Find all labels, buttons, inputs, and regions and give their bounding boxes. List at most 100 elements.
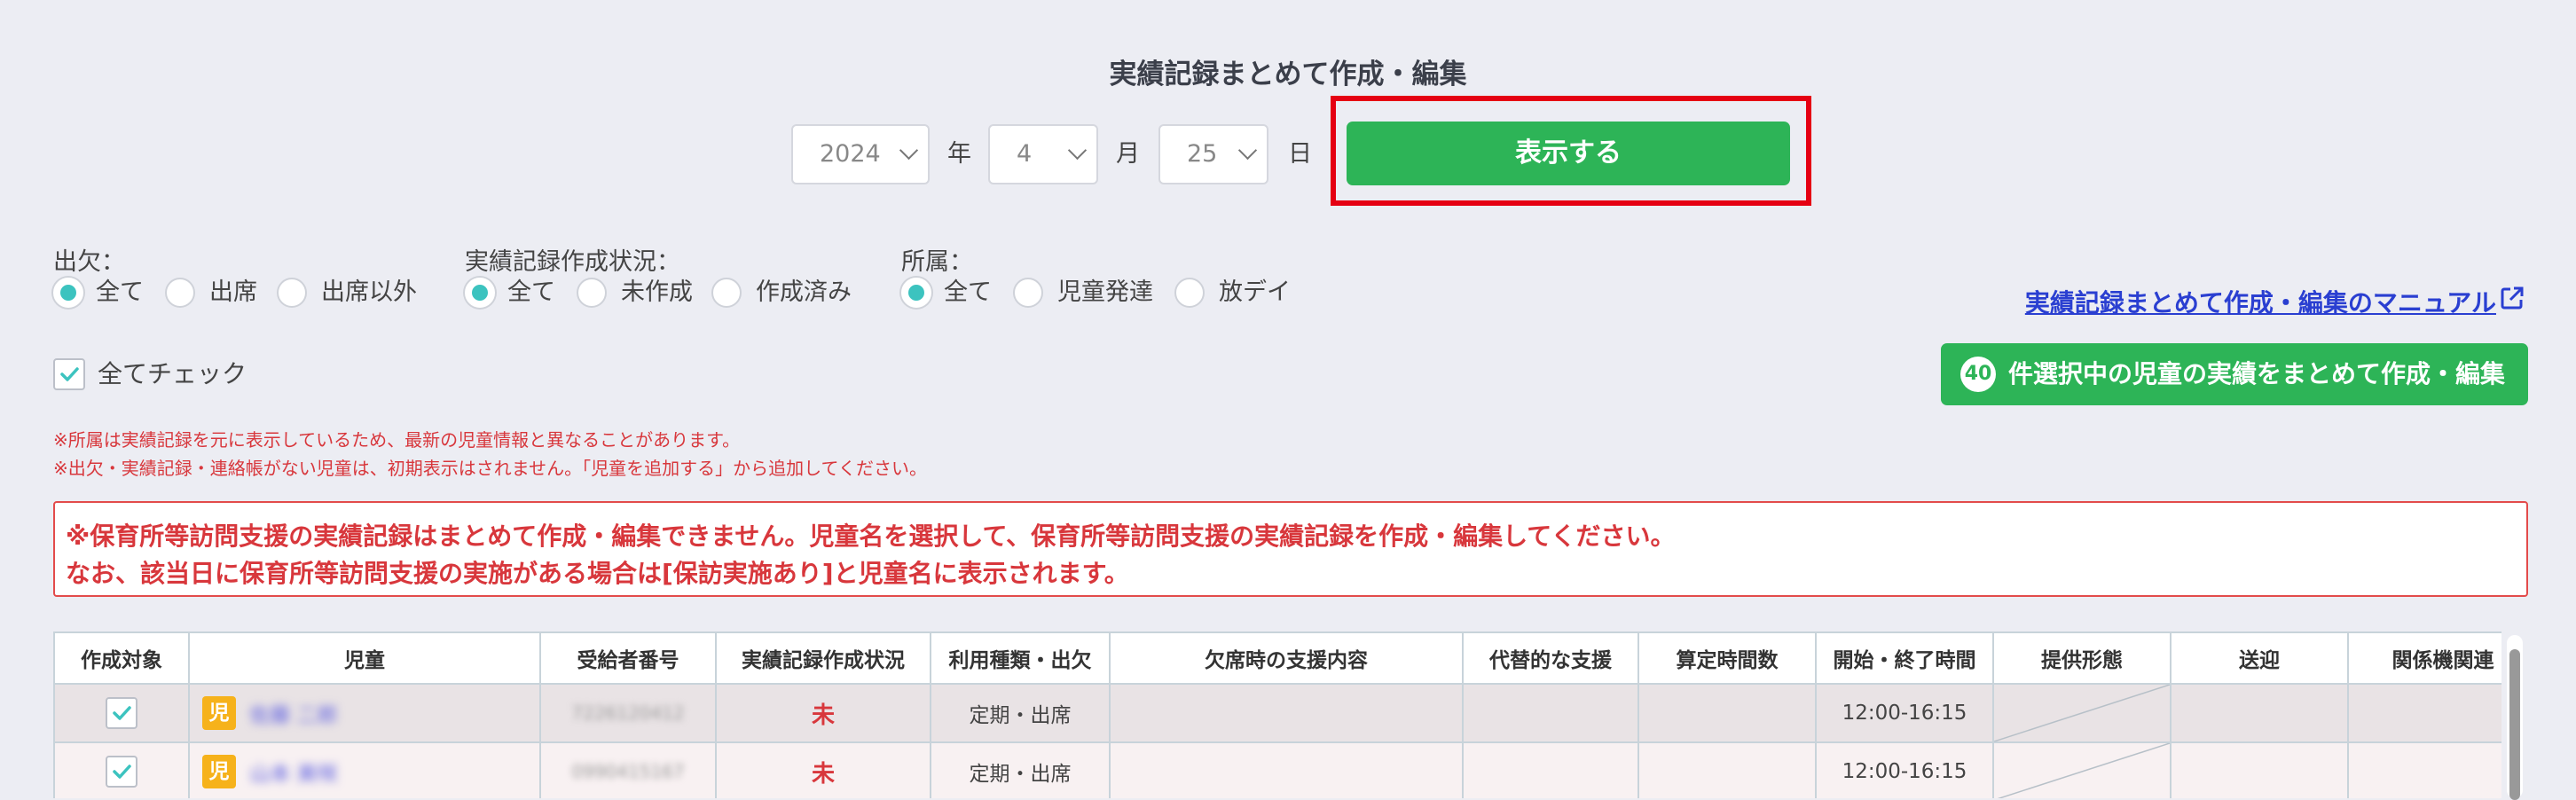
time-cell: 12:00-16:15	[1815, 741, 1994, 798]
recipient-number-cell: 7226120412	[539, 683, 717, 743]
attendance-filter-label: 出欠：	[53, 248, 125, 276]
manual-link[interactable]: 実績記録まとめて作成・編集のマニュアル	[2025, 284, 2496, 319]
radio-status-all[interactable]	[465, 278, 495, 308]
provision-form-cell	[1992, 683, 2172, 743]
alternative-support-cell[interactable]	[1462, 741, 1639, 798]
bulk-edit-button[interactable]: 40 件選択中の児童の実績をまとめて作成・編集	[1941, 343, 2528, 405]
year-value: 2024	[820, 140, 881, 168]
day-value: 25	[1187, 140, 1218, 168]
calc-hours-cell[interactable]	[1637, 741, 1817, 798]
radio-status-created[interactable]	[711, 278, 742, 308]
radio-affiliation-all[interactable]	[901, 278, 931, 308]
status-filter-label: 実績記録作成状況：	[465, 248, 680, 276]
status-value: 未	[811, 760, 835, 788]
year-select[interactable]: 2024	[791, 124, 930, 184]
radio-attendance-all[interactable]	[53, 278, 83, 308]
child-cell: 児 山本 美咲	[188, 741, 541, 798]
selected-count-badge: 40	[1960, 357, 1996, 392]
radio-attendance-present[interactable]	[165, 278, 195, 308]
child-name-link[interactable]: 山本 美咲	[249, 757, 337, 787]
calc-hours-cell[interactable]	[1637, 683, 1817, 743]
table-row: 児 佐藤 二郎 7226120412 未 定期・出席 12:00-16:15	[53, 683, 2501, 743]
row-select-cell	[53, 741, 190, 798]
radio-label: 未作成	[621, 278, 693, 306]
month-value: 4	[1017, 140, 1033, 168]
col-header: 児童	[188, 631, 541, 685]
day-select[interactable]: 25	[1158, 124, 1268, 184]
child-badge: 児	[202, 696, 236, 730]
alternative-support-cell[interactable]	[1462, 683, 1639, 743]
usage-cell: 定期・出席	[930, 683, 1111, 743]
radio-affiliation-after-school[interactable]	[1174, 278, 1205, 308]
col-header: 利用種類・出欠	[930, 631, 1111, 685]
status-cell: 未	[715, 683, 931, 743]
not-applicable-slash	[1994, 685, 2170, 741]
col-header: 代替的な支援	[1462, 631, 1639, 685]
row-checkbox[interactable]	[106, 697, 137, 729]
check-all-checkbox[interactable]	[53, 358, 85, 390]
radio-label: 全て	[944, 278, 992, 306]
alert-line-1: ※保育所等訪問支援の実績記録はまとめて作成・編集できません。児童名を選択して、保…	[66, 522, 1676, 551]
note-affiliation: ※所属は実績記録を元に表示しているため、最新の児童情報と異なることがあります。	[53, 429, 741, 451]
note-missing-children: ※出欠・実績記録・連絡帳がない児童は、初期表示はされません。「児童を追加する」か…	[53, 458, 927, 479]
absence-support-cell[interactable]	[1109, 683, 1464, 743]
usage-cell: 定期・出席	[930, 741, 1111, 798]
show-button[interactable]: 表示する	[1347, 122, 1790, 185]
external-link-icon[interactable]	[2500, 286, 2525, 310]
radio-label: 出席	[209, 278, 257, 306]
radio-label: 作成済み	[756, 278, 852, 306]
chevron-down-icon	[899, 140, 919, 161]
alert-line-2: なお、該当日に保育所等訪問支援の実施がある場合は[保訪実施あり]と児童名に表示さ…	[66, 559, 1129, 588]
child-badge: 児	[202, 755, 236, 788]
col-header: 受給者番号	[539, 631, 717, 685]
radio-attendance-other[interactable]	[277, 278, 307, 308]
row-checkbox[interactable]	[106, 756, 137, 788]
chevron-down-icon	[1067, 140, 1088, 161]
year-unit: 年	[947, 140, 971, 168]
day-unit: 日	[1288, 140, 1312, 168]
bulk-edit-label: 件選択中の児童の実績をまとめて作成・編集	[2008, 359, 2506, 388]
check-icon	[113, 706, 131, 720]
month-unit: 月	[1116, 140, 1140, 168]
col-header: 開始・終了時間	[1815, 631, 1994, 685]
radio-status-not-created[interactable]	[577, 278, 607, 308]
col-header: 関係機関連	[2347, 631, 2501, 685]
check-icon	[60, 367, 79, 381]
col-header: 提供形態	[1992, 631, 2172, 685]
radio-label: 出席以外	[321, 278, 417, 306]
provision-form-cell	[1992, 741, 2172, 798]
col-header: 算定時間数	[1637, 631, 1817, 685]
recipient-number: 7226120412	[571, 702, 685, 724]
recipient-number: 0990415167	[571, 761, 685, 782]
table-row: 児 山本 美咲 0990415167 未 定期・出席 12:00-16:15	[53, 741, 2501, 798]
transport-cell[interactable]	[2170, 741, 2349, 798]
scrollbar-thumb[interactable]	[2509, 649, 2520, 800]
check-icon	[113, 765, 131, 779]
child-name-link[interactable]: 佐藤 二郎	[249, 698, 337, 728]
radio-label: 放デイ	[1219, 278, 1291, 306]
col-header: 送迎	[2170, 631, 2349, 685]
related-org-cell[interactable]	[2347, 741, 2501, 798]
absence-support-cell[interactable]	[1109, 741, 1464, 798]
month-select[interactable]: 4	[988, 124, 1098, 184]
col-header: 欠席時の支援内容	[1109, 631, 1464, 685]
radio-affiliation-child-dev[interactable]	[1013, 278, 1043, 308]
recipient-number-cell: 0990415167	[539, 741, 717, 798]
radio-label: 全て	[96, 278, 144, 306]
records-table: 作成対象 児童 受給者番号 実績記録作成状況 利用種類・出欠 欠席時の支援内容 …	[53, 631, 2501, 798]
col-header: 作成対象	[53, 631, 190, 685]
related-org-cell[interactable]	[2347, 683, 2501, 743]
time-cell: 12:00-16:15	[1815, 683, 1994, 743]
status-cell: 未	[715, 741, 931, 798]
status-value: 未	[811, 702, 835, 729]
table-header: 作成対象 児童 受給者番号 実績記録作成状況 利用種類・出欠 欠席時の支援内容 …	[53, 631, 2501, 685]
table-scrollbar[interactable]	[2507, 635, 2523, 800]
affiliation-filter-label: 所属：	[901, 248, 973, 276]
radio-label: 児童発達	[1057, 278, 1153, 306]
col-header: 実績記録作成状況	[715, 631, 931, 685]
page-title: 実績記録まとめて作成・編集	[1109, 59, 1467, 90]
child-cell: 児 佐藤 二郎	[188, 683, 541, 743]
radio-label: 全て	[507, 278, 555, 306]
not-applicable-slash	[1997, 743, 2170, 798]
transport-cell[interactable]	[2170, 683, 2349, 743]
